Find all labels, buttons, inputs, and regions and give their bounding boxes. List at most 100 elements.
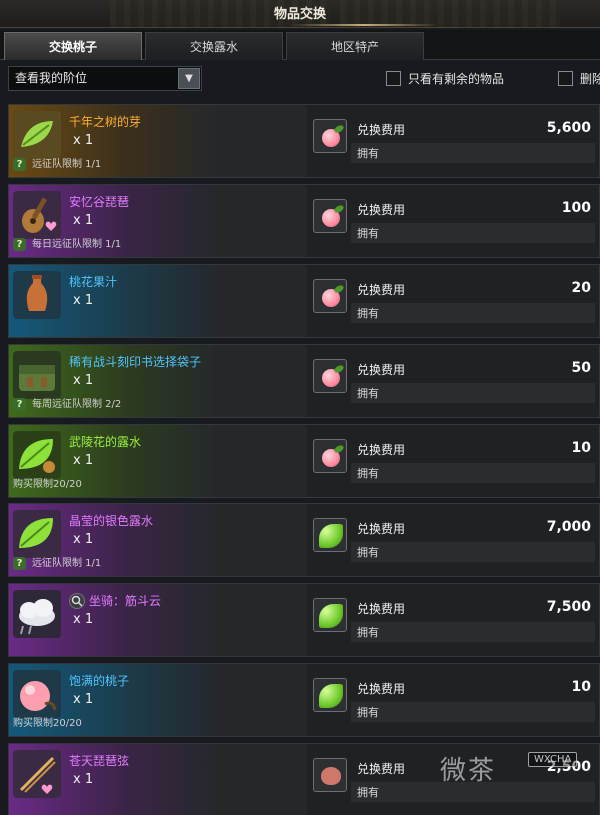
exchange-row[interactable]: 晶莹的银色露水 x 1 ? 远征队限制 1/1 兑换费用 7,000 拥有 [8,503,600,577]
peach-icon [313,359,347,393]
watermark-text: 微茶 [440,756,497,786]
dew-icon [313,518,347,552]
owned-bar: 拥有 [351,622,595,642]
sprout-icon [13,111,61,159]
remaining-only-checkbox[interactable] [386,71,401,86]
exchange-row[interactable]: 安忆谷琵琶 x 1 ? 每日远征队限制 1/1 兑换费用 100 拥有 [8,184,600,258]
item-name: 饱满的桃子 [69,674,130,688]
delete-checkbox[interactable] [558,71,573,86]
search-icon[interactable] [69,593,85,609]
item-name: 安忆谷琵琶 [69,195,130,209]
item-limit-text: 远征队限制 1/1 [32,159,102,170]
item-name-text: 坐骑：筋斗云 [89,594,162,608]
item-cell: 安忆谷琵琶 x 1 ? 每日远征队限制 1/1 [9,185,307,257]
item-quantity: x 1 [73,612,94,627]
item-quantity: x 1 [73,133,94,148]
window-title: 物品交换 [273,7,326,22]
item-name: 千年之树的芽 [69,115,142,129]
item-name: 武陵花的露水 [69,435,142,449]
exchange-row[interactable]: 苍天琵琶弦 x 1 兑换费用 2,500 拥有 [8,743,600,815]
cost-cell: 兑换费用 10 拥有 [307,664,599,736]
item-limit: 购买限制20/20 [13,475,82,490]
owned-bar: 拥有 [351,702,595,722]
exchange-row[interactable]: 武陵花的露水 x 1 购买限制20/20 兑换费用 10 拥有 [8,424,600,498]
vase-icon [13,271,61,319]
item-cell: 坐骑：筋斗云 x 1 [9,584,307,656]
owned-label: 拥有 [357,147,379,160]
filter-bar: 查看我的阶位 ▼ 只看有剩余的物品 删除 [0,64,600,94]
remaining-only-label: 只看有剩余的物品 [408,72,505,86]
exchange-row[interactable]: 桃花果汁 x 1 兑换费用 20 拥有 [8,264,600,338]
cost-value: 10 [571,679,591,695]
help-icon[interactable]: ? [13,557,26,570]
dew-icon [313,598,347,632]
delete-label: 删除 [580,72,600,86]
item-quantity: x 1 [73,373,94,388]
owned-bar: 拥有 [351,542,595,562]
leaf-dew-icon [13,510,61,558]
item-limit: ? 每日远征队限制 1/1 [13,235,121,251]
cost-label: 兑换费用 [357,602,406,616]
tab-regional-specialty[interactable]: 地区特产 [286,32,424,60]
cost-cell: 兑换费用 20 拥有 [307,265,599,337]
tab-exchange-peach[interactable]: 交换桃子 [4,32,142,60]
tab-exchange-dew[interactable]: 交换露水 [145,32,283,60]
cost-value: 10 [571,440,591,456]
cost-label: 兑换费用 [357,203,406,217]
cost-cell: 兑换费用 7,000 拥有 [307,504,599,576]
peach-icon [13,670,61,718]
item-cell: 晶莹的银色露水 x 1 ? 远征队限制 1/1 [9,504,307,576]
peach-icon [313,199,347,233]
item-quantity: x 1 [73,213,94,228]
item-limit: 购买限制20/20 [13,714,82,729]
cost-value: 7,000 [546,519,591,535]
cost-cell: 兑换费用 10 拥有 [307,425,599,497]
item-name: 晶莹的银色露水 [69,514,154,528]
owned-label: 拥有 [357,626,379,639]
item-name: 苍天琵琶弦 [69,754,130,768]
help-icon[interactable]: ? [13,398,26,411]
window-titlebar: 物品交换 [0,0,600,28]
cost-cell: 兑换费用 100 拥有 [307,185,599,257]
title-underline [290,24,438,26]
heart-stone-icon [313,758,347,792]
peach-icon [313,439,347,473]
item-limit: ? 远征队限制 1/1 [13,554,101,570]
cost-cell: 兑换费用 7,500 拥有 [307,584,599,656]
exchange-row[interactable]: 千年之树的芽 x 1 ? 远征队限制 1/1 兑换费用 5,600 拥有 [8,104,600,178]
item-name: 坐骑：筋斗云 [69,592,161,609]
item-cell: 武陵花的露水 x 1 购买限制20/20 [9,425,307,497]
item-limit-text: 购买限制20/20 [13,479,82,490]
owned-bar: 拥有 [351,143,595,163]
cost-value: 20 [571,280,591,296]
owned-label: 拥有 [357,546,379,559]
cost-label: 兑换费用 [357,363,406,377]
owned-label: 拥有 [357,467,379,480]
rank-select[interactable]: 查看我的阶位 ▼ [8,66,202,91]
cost-label: 兑换费用 [357,762,406,776]
exchange-row[interactable]: 坐骑：筋斗云 x 1 兑换费用 7,500 拥有 [8,583,600,657]
item-limit-text: 远征队限制 1/1 [32,558,102,569]
item-name: 桃花果汁 [69,275,118,289]
cost-label: 兑换费用 [357,443,406,457]
item-limit: ? 远征队限制 1/1 [13,155,101,171]
help-icon[interactable]: ? [13,238,26,251]
item-quantity: x 1 [73,532,94,547]
cloud-icon [13,590,61,638]
owned-bar: 拥有 [351,303,595,323]
peach-icon [313,119,347,153]
exchange-row[interactable]: 稀有战斗刻印书选择袋子 x 1 ? 每周远征队限制 2/2 兑换费用 50 拥有 [8,344,600,418]
tab-bar: 交换桃子 交换露水 地区特产 [0,30,600,60]
exchange-row[interactable]: 饱满的桃子 x 1 购买限制20/20 兑换费用 10 拥有 [8,663,600,737]
help-icon[interactable]: ? [13,158,26,171]
item-quantity: x 1 [73,453,94,468]
rank-select-value: 查看我的阶位 [15,71,88,85]
owned-label: 拥有 [357,387,379,400]
owned-bar: 拥有 [351,383,595,403]
item-limit-text: 每日远征队限制 1/1 [32,239,122,250]
item-limit-text: 购买限制20/20 [13,718,82,729]
dew-icon [313,678,347,712]
chevron-down-icon[interactable]: ▼ [178,68,200,89]
bag-icon [13,351,61,399]
cost-cell: 兑换费用 50 拥有 [307,345,599,417]
